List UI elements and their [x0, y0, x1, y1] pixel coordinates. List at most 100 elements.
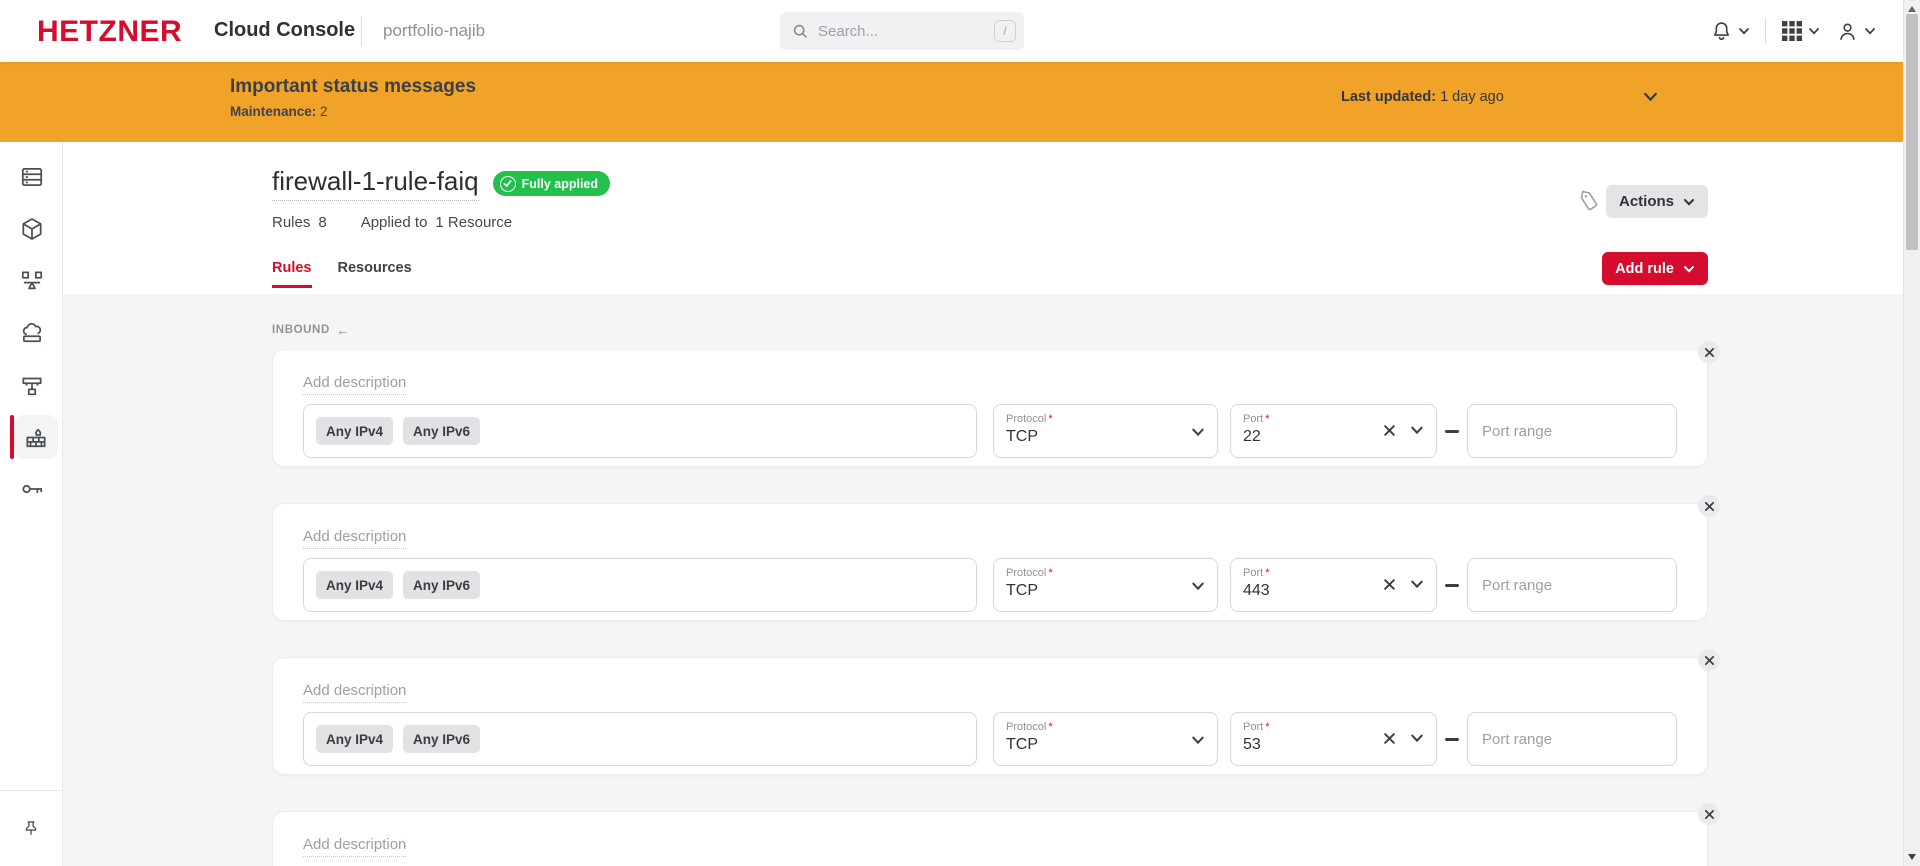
clear-icon[interactable]: [1383, 578, 1396, 591]
search-bar[interactable]: /: [780, 12, 1024, 50]
remove-rule-button[interactable]: [1698, 341, 1720, 363]
chevron-down-icon[interactable]: [1191, 425, 1205, 439]
rules-panel: INBOUND ← Add description Any IPv4 Any I…: [63, 294, 1903, 866]
check-icon: [499, 175, 516, 192]
sidebar-item-volumes[interactable]: [0, 203, 63, 255]
port-label: Port: [1243, 567, 1264, 579]
search-icon: [792, 23, 809, 40]
sources-input[interactable]: Any IPv4 Any IPv6: [303, 404, 977, 458]
port-range-field[interactable]: [1467, 404, 1677, 458]
labels-tag-icon[interactable]: [1577, 189, 1601, 213]
apps-menu[interactable]: [1781, 20, 1820, 42]
port-range-input[interactable]: [1482, 422, 1662, 440]
port-combobox[interactable]: Port *: [1230, 712, 1437, 766]
port-combobox[interactable]: Port *: [1230, 404, 1437, 458]
required-marker: *: [1048, 721, 1053, 733]
project-name[interactable]: portfolio-najib: [383, 21, 485, 41]
pin-icon: [21, 819, 41, 839]
rule-description-field[interactable]: Add description: [303, 682, 407, 703]
rules-count: 8: [318, 214, 327, 231]
required-marker: *: [1265, 413, 1270, 425]
port-label: Port: [1243, 721, 1264, 733]
source-chip[interactable]: Any IPv6: [403, 417, 481, 445]
chevron-down-icon[interactable]: [1410, 423, 1424, 437]
tab-rules[interactable]: Rules: [272, 260, 312, 288]
sources-input[interactable]: Any IPv4 Any IPv6: [303, 712, 977, 766]
port-range-field[interactable]: [1467, 558, 1677, 612]
port-range-dash-icon: [1437, 737, 1467, 741]
chevron-down-icon[interactable]: [1410, 577, 1424, 591]
protocol-select[interactable]: Protocol * TCP: [993, 558, 1218, 612]
rule-description-field[interactable]: Add description: [303, 374, 407, 395]
close-icon: [1704, 347, 1714, 357]
port-input[interactable]: [1243, 582, 1343, 600]
rule-description-field[interactable]: Add description: [303, 528, 407, 549]
scroll-down-arrow-icon[interactable]: [1908, 854, 1916, 860]
search-input[interactable]: [818, 22, 994, 40]
source-chip[interactable]: Any IPv4: [316, 571, 394, 599]
status-badge: Fully applied: [492, 171, 611, 196]
user-menu[interactable]: [1836, 20, 1876, 43]
rule-card: Add description Any IPv4 Any IPv6 Protoc…: [272, 649, 1720, 775]
protocol-value: TCP: [1006, 736, 1038, 753]
required-marker: *: [1265, 721, 1270, 733]
rule-description-field[interactable]: Add description: [303, 836, 407, 857]
banner-expand-chevron-icon[interactable]: [1642, 88, 1659, 105]
protocol-label: Protocol: [1006, 567, 1047, 579]
clear-icon[interactable]: [1383, 424, 1396, 437]
close-icon: [1704, 809, 1714, 819]
sidebar: [0, 142, 63, 866]
port-combobox[interactable]: Port *: [1230, 558, 1437, 612]
port-range-dash-icon: [1437, 583, 1467, 587]
port-range-input[interactable]: [1482, 576, 1662, 594]
protocol-select[interactable]: Protocol * TCP: [993, 404, 1218, 458]
sidebar-item-servers[interactable]: [0, 151, 63, 203]
tab-resources[interactable]: Resources: [338, 260, 412, 288]
maintenance-count: Maintenance: 2: [230, 104, 476, 119]
sidebar-item-floating-ips[interactable]: [0, 307, 63, 359]
port-input[interactable]: [1243, 428, 1343, 446]
source-chip[interactable]: Any IPv6: [403, 571, 481, 599]
source-chip[interactable]: Any IPv4: [316, 417, 394, 445]
clear-icon[interactable]: [1383, 732, 1396, 745]
search-shortcut-badge: /: [994, 20, 1016, 42]
source-chip[interactable]: Any IPv6: [403, 725, 481, 753]
sidebar-item-firewalls[interactable]: [0, 411, 63, 463]
topbar-right-divider: [1765, 18, 1766, 44]
chevron-down-icon[interactable]: [1191, 579, 1205, 593]
topbar-divider: [361, 16, 362, 46]
add-rule-button[interactable]: Add rule: [1602, 252, 1708, 285]
firewall-stats: Rules 8 Applied to 1 Resource: [272, 214, 512, 231]
hetzner-logo[interactable]: HETZNER: [37, 15, 182, 49]
page-title[interactable]: firewall-1-rule-faiq: [272, 166, 479, 201]
remove-rule-button[interactable]: [1698, 803, 1720, 825]
network-icon: [10, 363, 54, 407]
chevron-down-icon[interactable]: [1191, 733, 1205, 747]
page-scrollbar[interactable]: [1903, 0, 1920, 866]
port-input[interactable]: [1243, 736, 1343, 754]
port-range-input[interactable]: [1482, 730, 1662, 748]
remove-rule-button[interactable]: [1698, 649, 1720, 671]
rule-card: Add description Any IPv4 Any IPv6 Protoc…: [272, 341, 1720, 467]
port-range-field[interactable]: [1467, 712, 1677, 766]
sidebar-item-load-balancers[interactable]: [0, 255, 63, 307]
rule-card: Add description: [272, 803, 1720, 866]
active-indicator: [10, 415, 14, 459]
pin-sidebar-toggle[interactable]: [0, 790, 62, 866]
chevron-down-icon[interactable]: [1410, 731, 1424, 745]
sidebar-item-ssh-keys[interactable]: [0, 463, 63, 515]
sources-input[interactable]: Any IPv4 Any IPv6: [303, 558, 977, 612]
actions-button-label: Actions: [1618, 193, 1674, 210]
actions-button[interactable]: Actions: [1605, 185, 1708, 218]
scroll-up-arrow-icon[interactable]: [1908, 6, 1916, 12]
status-banner[interactable]: Important status messages Maintenance: 2…: [0, 62, 1903, 142]
notifications-menu[interactable]: [1710, 20, 1750, 43]
source-chip[interactable]: Any IPv4: [316, 725, 394, 753]
chevron-down-icon: [1808, 25, 1820, 37]
close-icon: [1704, 501, 1714, 511]
protocol-select[interactable]: Protocol * TCP: [993, 712, 1218, 766]
applied-label: Applied to: [360, 214, 428, 231]
scrollbar-thumb[interactable]: [1906, 14, 1918, 250]
sidebar-item-networks[interactable]: [0, 359, 63, 411]
remove-rule-button[interactable]: [1698, 495, 1720, 517]
